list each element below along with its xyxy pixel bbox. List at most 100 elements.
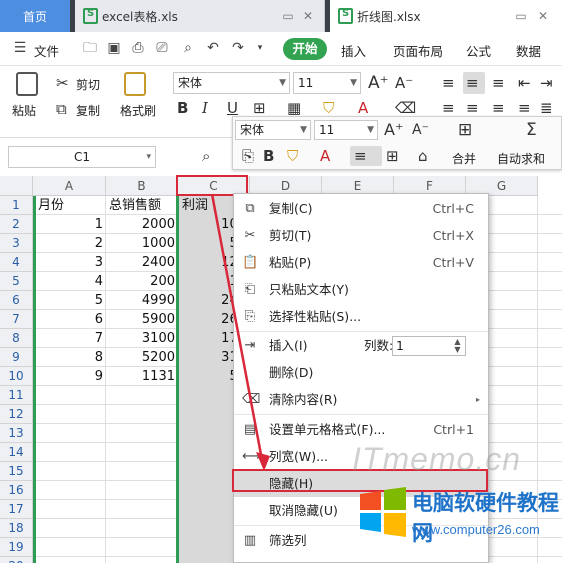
cell[interactable]: 总销售额	[106, 196, 178, 215]
tab-line-file[interactable]: 折线图.xlsx ▭ ✕	[330, 0, 562, 32]
row-header[interactable]: 15	[0, 462, 33, 481]
close-icon[interactable]: ✕	[301, 9, 315, 23]
row-header[interactable]: 17	[0, 500, 33, 519]
distribute-icon[interactable]: ≣	[540, 99, 553, 117]
italic-icon[interactable]: I	[202, 99, 208, 117]
cell[interactable]: 1	[35, 215, 106, 234]
monitor-icon[interactable]: ▭	[514, 9, 528, 23]
cell[interactable]: 1000	[106, 234, 178, 253]
font-shrink-icon[interactable]: A⁻	[395, 74, 413, 92]
cell[interactable]: 9	[35, 367, 106, 386]
menu-page-layout[interactable]: 页面布局	[393, 41, 443, 60]
mini-border-icon[interactable]: ⊞	[386, 147, 399, 165]
row-header[interactable]: 2	[0, 215, 33, 234]
row-header[interactable]: 6	[0, 291, 33, 310]
border-icon[interactable]: ⊞	[253, 99, 266, 117]
open-folder-icon[interactable]: 🗀	[82, 40, 98, 56]
save-icon[interactable]: ▣	[106, 40, 122, 56]
column-header-b[interactable]: B	[106, 176, 178, 196]
justify-icon[interactable]: ≡	[518, 99, 531, 117]
mini-font-grow-icon[interactable]: A⁺	[384, 121, 403, 139]
cell[interactable]: 7	[35, 329, 106, 348]
row-header[interactable]: 1	[0, 196, 33, 215]
undo-icon[interactable]: ↶	[205, 40, 221, 56]
tab-excel-file[interactable]: excel表格.xls ▭ ✕	[75, 0, 325, 32]
align-right-icon[interactable]: ≡	[492, 99, 505, 117]
align-left-icon[interactable]: ≡	[442, 99, 455, 117]
align-bottom-icon[interactable]: ≡	[492, 74, 505, 92]
merge-button[interactable]: 合并	[452, 150, 476, 167]
row-header[interactable]: 18	[0, 519, 33, 538]
cell[interactable]: 2400	[106, 253, 178, 272]
row-header[interactable]: 7	[0, 310, 33, 329]
spinner-icon[interactable]: ▲ ▼	[451, 338, 464, 354]
paste-label[interactable]: 粘贴	[12, 102, 36, 119]
cell[interactable]: 4990	[106, 291, 178, 310]
row-header[interactable]: 5	[0, 272, 33, 291]
copy-button[interactable]: 复制	[76, 102, 100, 119]
row-header[interactable]: 8	[0, 329, 33, 348]
cell[interactable]: 1131	[106, 367, 178, 386]
mini-font-name-select[interactable]: 宋体 ▼	[235, 120, 311, 140]
indent-increase-icon[interactable]: ⇥	[540, 74, 553, 92]
cut-button[interactable]: 剪切	[76, 76, 100, 93]
select-all-corner[interactable]	[0, 176, 33, 196]
row-header[interactable]: 14	[0, 443, 33, 462]
cell[interactable]: 5900	[106, 310, 178, 329]
bold-icon[interactable]: B	[177, 99, 188, 117]
scissors-icon[interactable]: ✂	[56, 74, 69, 92]
row-header[interactable]: 4	[0, 253, 33, 272]
cell[interactable]: 2	[35, 234, 106, 253]
export-icon[interactable]: ⎙	[130, 40, 146, 56]
row-header[interactable]: 16	[0, 481, 33, 500]
row-header[interactable]: 13	[0, 424, 33, 443]
chevron-down-icon[interactable]: ▾	[252, 40, 268, 56]
redo-icon[interactable]: ↷	[230, 40, 246, 56]
font-name-select[interactable]: 宋体 ▼	[173, 72, 290, 94]
menu-data[interactable]: 数据	[516, 41, 541, 60]
align-middle-icon[interactable]: ≡	[466, 74, 479, 92]
row-header[interactable]: 9	[0, 348, 33, 367]
cell[interactable]: 200	[106, 272, 178, 291]
autosum-button[interactable]: 自动求和	[497, 150, 545, 167]
cell[interactable]: 月份	[35, 196, 106, 215]
preview-icon[interactable]: ⌕	[180, 40, 196, 56]
row-header[interactable]: 20	[0, 557, 33, 563]
tab-home[interactable]: 首页	[0, 0, 70, 32]
menu-file[interactable]: 文件	[34, 41, 59, 60]
row-header[interactable]: 12	[0, 405, 33, 424]
row-header[interactable]: 10	[0, 367, 33, 386]
mini-font-color-icon[interactable]: A	[320, 147, 330, 165]
print-icon[interactable]: ⎚	[154, 40, 170, 56]
indent-decrease-icon[interactable]: ⇤	[518, 74, 531, 92]
column-count-input[interactable]: 1 ▲ ▼	[392, 336, 466, 356]
mini-font-shrink-icon[interactable]: A⁻	[412, 121, 429, 139]
eraser-icon[interactable]: ⌫	[395, 99, 416, 117]
monitor-icon[interactable]: ▭	[281, 9, 295, 23]
align-center-icon[interactable]: ≡	[466, 99, 479, 117]
font-size-select[interactable]: 11 ▼	[293, 72, 361, 94]
name-box[interactable]: C1 ▾	[8, 146, 156, 168]
cell[interactable]: 3	[35, 253, 106, 272]
zoom-icon[interactable]: ⌕	[202, 147, 210, 165]
mini-font-size-select[interactable]: 11 ▼	[314, 120, 378, 140]
align-top-icon[interactable]: ≡	[442, 74, 455, 92]
sigma-icon[interactable]: Σ	[526, 121, 537, 139]
row-header[interactable]: 3	[0, 234, 33, 253]
font-color-icon[interactable]: A	[358, 99, 368, 117]
fill-color-icon[interactable]: ⛉	[323, 99, 334, 117]
copy-icon[interactable]: ⧉	[56, 100, 67, 118]
mini-bold-icon[interactable]: B	[263, 147, 274, 165]
format-painter-icon[interactable]	[124, 72, 146, 96]
cell[interactable]: 3100	[106, 329, 178, 348]
mini-format-painter-icon[interactable]: ⎘	[242, 147, 254, 165]
underline-icon[interactable]: U	[227, 99, 238, 117]
cell[interactable]: 5	[35, 291, 106, 310]
cell[interactable]: 8	[35, 348, 106, 367]
cell[interactable]: 4	[35, 272, 106, 291]
format-painter-label[interactable]: 格式刷	[120, 102, 156, 119]
close-icon[interactable]: ✕	[536, 9, 550, 23]
row-header[interactable]: 19	[0, 538, 33, 557]
font-grow-icon[interactable]: A⁺	[368, 74, 389, 92]
cell[interactable]: 5200	[106, 348, 178, 367]
